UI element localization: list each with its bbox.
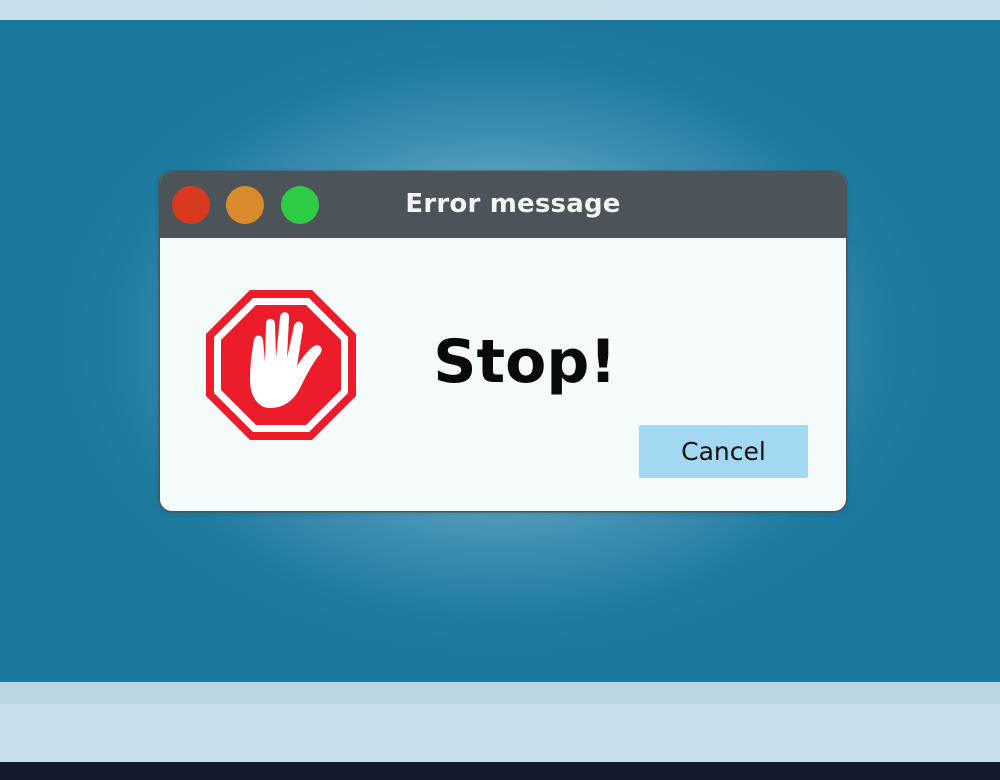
window-title: Error message [405,189,621,219]
bottom-band [0,682,1000,704]
bottom-panel [0,704,1000,762]
top-bar [0,0,1000,20]
error-dialog-window: Error message Stop! Cancel [160,172,846,511]
bottom-edge [0,762,1000,780]
cancel-button[interactable]: Cancel [639,425,808,478]
page: Error message Stop! Cancel [0,0,1000,780]
title-bar: Error message [160,172,846,238]
error-message-text: Stop! [433,327,617,397]
stop-hand-icon [206,290,356,440]
